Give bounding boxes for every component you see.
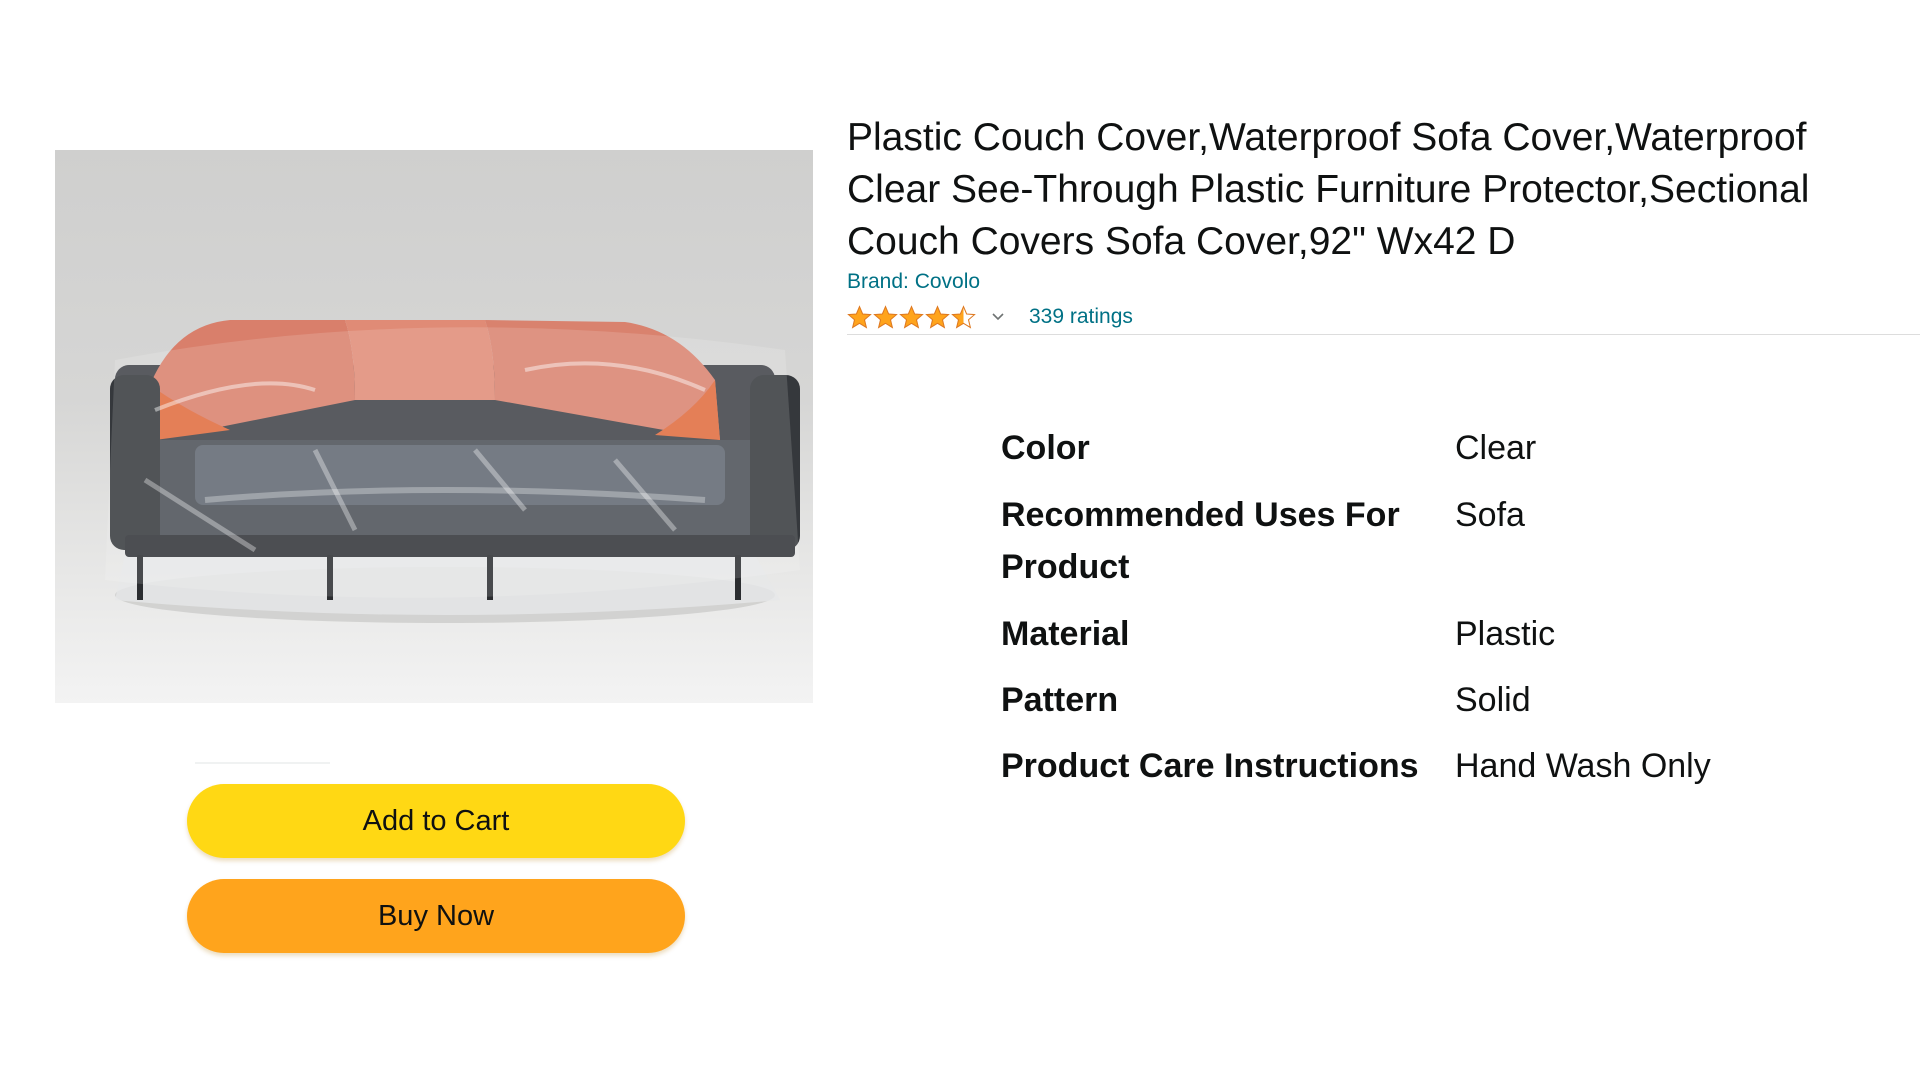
star-half-icon bbox=[951, 304, 976, 329]
product-title: Plastic Couch Cover,Waterproof Sofa Cove… bbox=[847, 116, 1810, 263]
spec-label: Color bbox=[1001, 429, 1090, 467]
product-image[interactable] bbox=[55, 150, 813, 703]
thumbnail-divider bbox=[195, 762, 330, 764]
rating-row: 339 ratings bbox=[847, 302, 1133, 332]
spec-value: Clear bbox=[1455, 429, 1537, 467]
star-icon bbox=[873, 304, 898, 329]
spec-value: Solid bbox=[1455, 681, 1531, 719]
add-to-cart-button[interactable]: Add to Cart bbox=[187, 784, 685, 858]
spec-label: Recommended Uses For Product bbox=[1001, 496, 1400, 586]
star-icon bbox=[925, 304, 950, 329]
spec-label: Product Care Instructions bbox=[1001, 747, 1419, 785]
brand-link[interactable]: Brand: Covolo bbox=[847, 270, 980, 294]
star-icon bbox=[899, 304, 924, 329]
chevron-down-icon bbox=[992, 313, 1004, 321]
spec-label: Pattern bbox=[1001, 681, 1119, 719]
spec-value: Sofa bbox=[1455, 496, 1525, 534]
star-icon bbox=[847, 304, 872, 329]
ratings-count-link[interactable]: 339 ratings bbox=[1029, 305, 1133, 329]
product-page: Add to Cart Buy Now Plastic Couch Cover,… bbox=[0, 0, 1920, 1080]
divider bbox=[847, 334, 1920, 335]
spec-value: Plastic bbox=[1455, 615, 1556, 653]
spec-label: Material bbox=[1001, 615, 1130, 653]
sofa-photo bbox=[105, 320, 800, 623]
buy-now-button[interactable]: Buy Now bbox=[187, 879, 685, 953]
spec-value: Hand Wash Only bbox=[1455, 747, 1711, 785]
star-rating[interactable] bbox=[847, 304, 1005, 330]
